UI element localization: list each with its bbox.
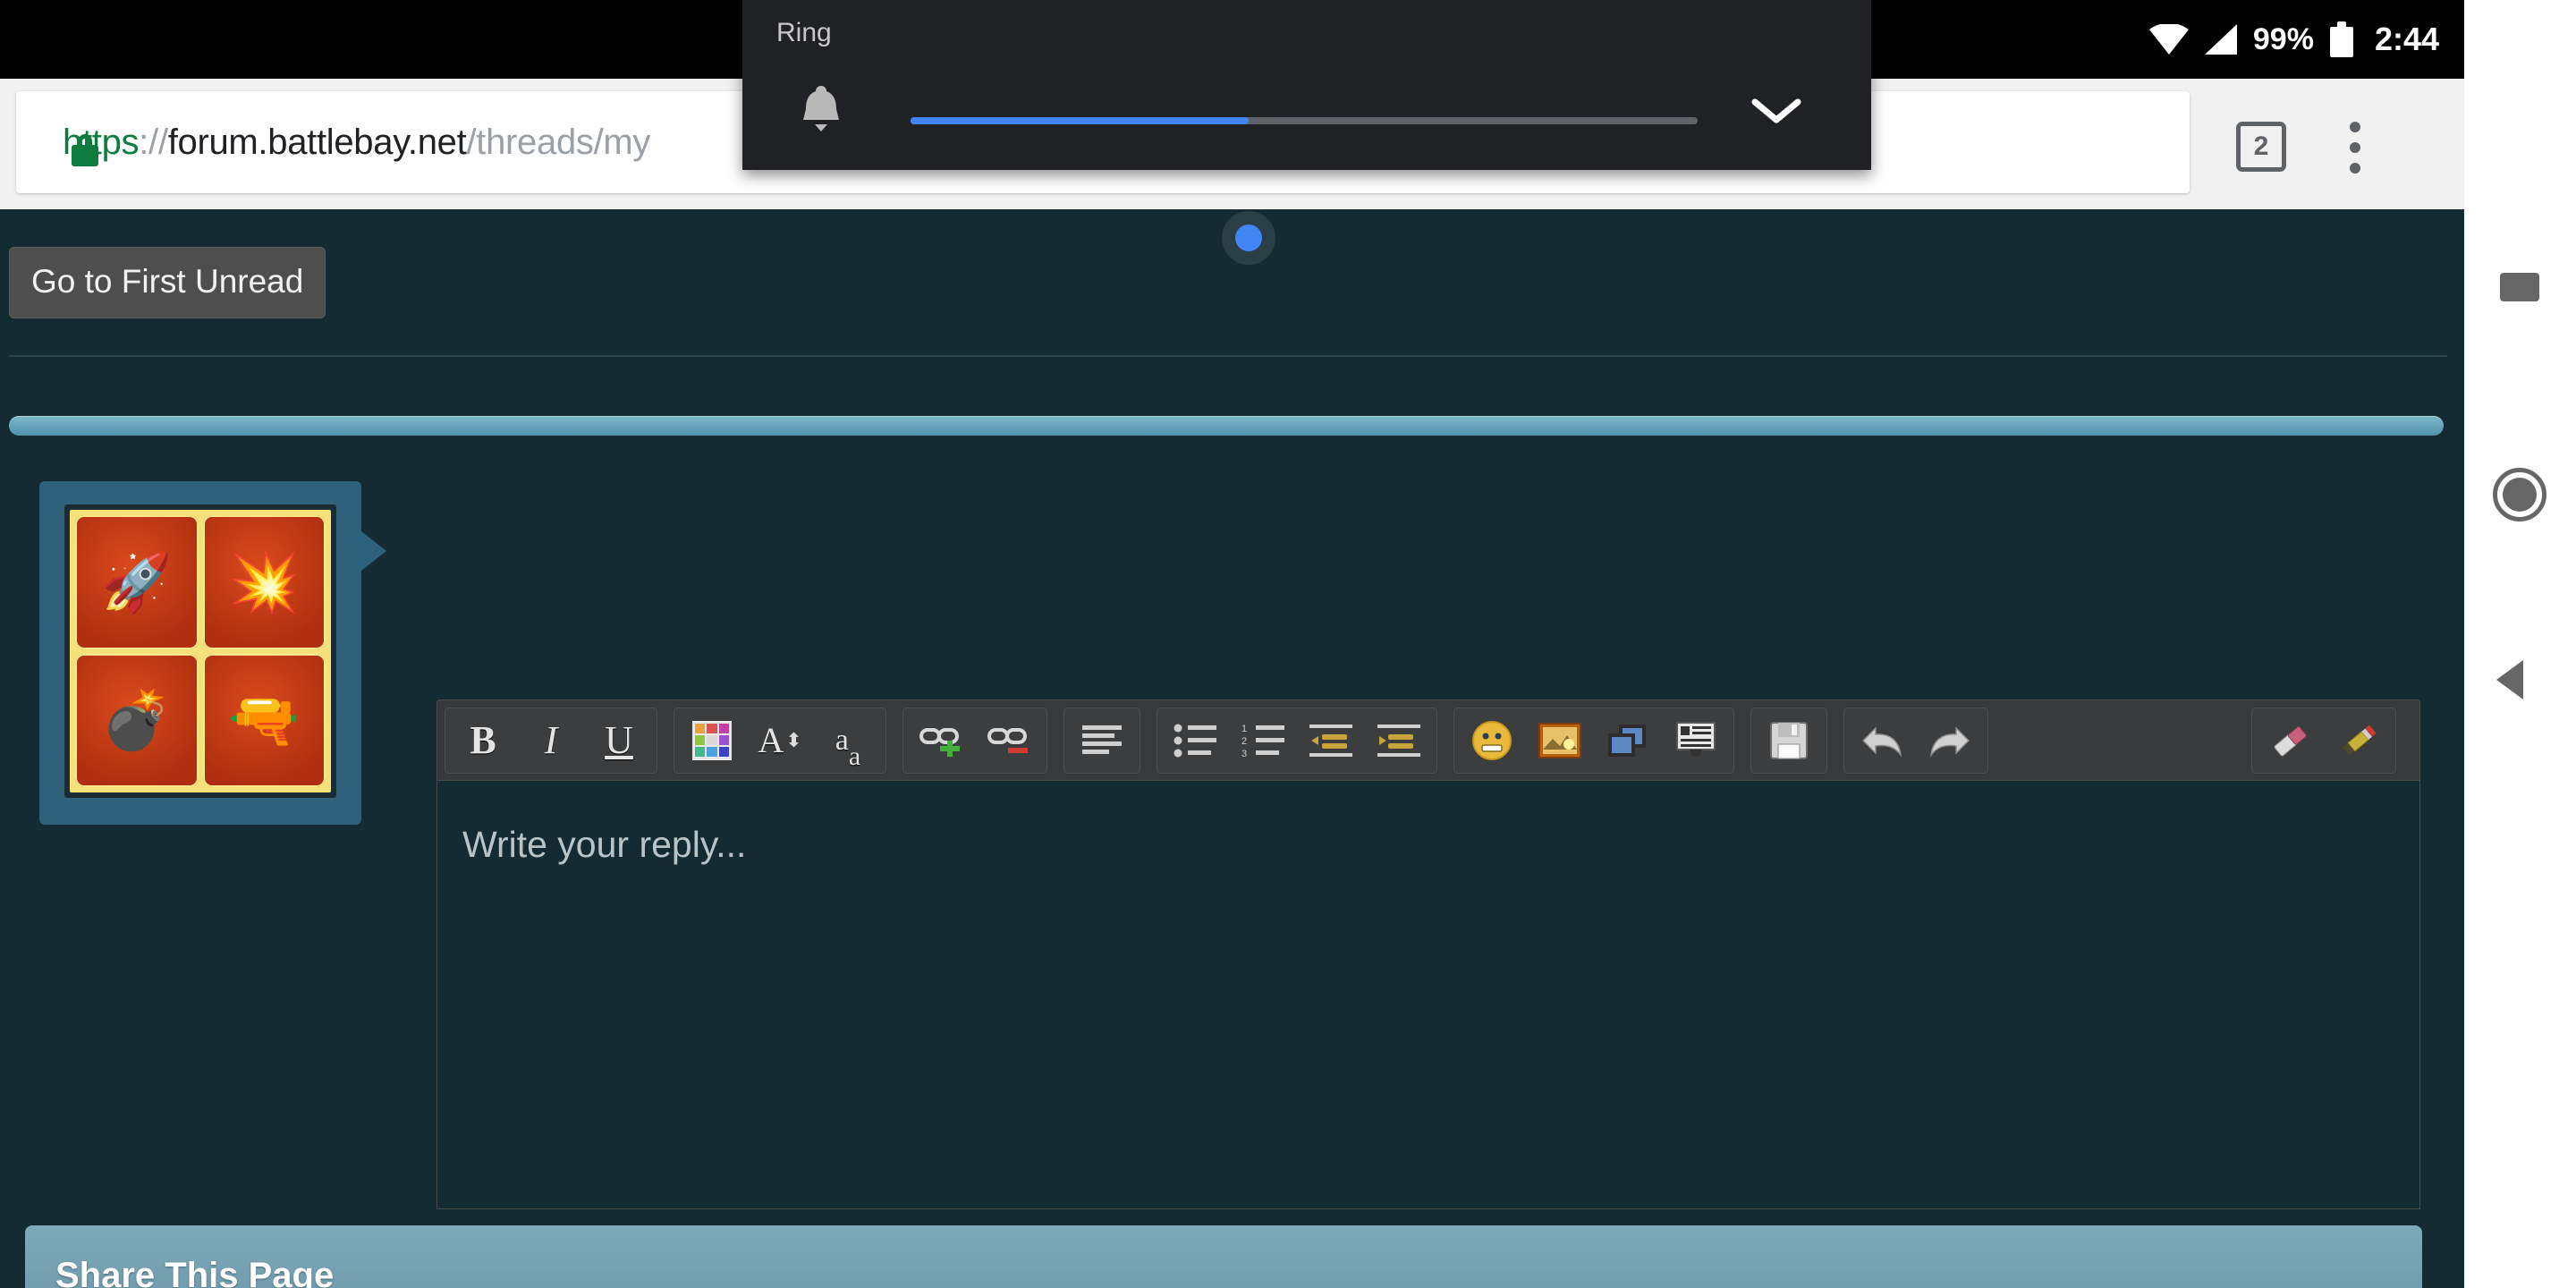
toolbar-group-font: A ⬍ aa: [674, 707, 886, 774]
indent-icon[interactable]: [1365, 709, 1433, 772]
insert-spoiler-icon[interactable]: [1662, 709, 1730, 772]
volume-panel: Ring: [742, 0, 1871, 265]
home-circle-icon[interactable]: [2493, 468, 2546, 521]
avatar-speech-tail: [361, 531, 386, 571]
url-host: forum.battlebay.net: [167, 122, 467, 162]
svg-text:2: 2: [1241, 736, 1247, 747]
volume-slider-thumb[interactable]: [1235, 225, 1262, 251]
save-draft-icon[interactable]: [1755, 709, 1823, 772]
go-to-first-unread-button[interactable]: Go to First Unread: [9, 247, 326, 318]
tab-counter-button[interactable]: 2: [2236, 122, 2286, 172]
avatar[interactable]: 🚀 💥 💣 🔫: [39, 481, 361, 825]
toolbar-group-alignment: [1063, 707, 1140, 774]
recents-square-icon[interactable]: [2500, 273, 2539, 301]
editor-toolbar: B I U A ⬍ aa 1 2 3: [436, 699, 2420, 780]
redo-icon[interactable]: [1916, 709, 1984, 772]
toolbar-group-lists: 1 2 3: [1157, 707, 1437, 774]
avatar-cell-explosion: 💥: [202, 515, 326, 649]
tab-count-label: 2: [2253, 131, 2269, 161]
avatar-cell-cannon: 🔫: [202, 653, 326, 787]
insert-image-icon[interactable]: [1526, 709, 1594, 772]
lock-icon: [72, 134, 98, 166]
italic-icon[interactable]: I: [517, 709, 585, 772]
insert-media-icon[interactable]: [1594, 709, 1662, 772]
underline-icon[interactable]: U: [585, 709, 653, 772]
forum-page: Go to First Unread 🚀 💥 💣 🔫 B I U A ⬍ a a…: [0, 209, 2464, 1288]
svg-text:3: 3: [1241, 749, 1247, 758]
volume-slider[interactable]: [911, 117, 1698, 265]
bulleted-list-icon[interactable]: [1161, 709, 1229, 772]
wifi-icon: [2148, 24, 2189, 55]
screen-root: 99% 2:44 https://forum.battlebay.net/thr…: [0, 0, 2576, 1288]
chevron-down-icon[interactable]: [1751, 97, 1801, 125]
insert-link-icon[interactable]: [907, 709, 975, 772]
volume-stream-label: Ring: [776, 18, 832, 47]
cellular-signal-icon: [2204, 24, 2237, 55]
toolbar-group-links: [902, 707, 1047, 774]
text-align-icon[interactable]: [1068, 709, 1136, 772]
toolbar-group-formatting: B I U: [445, 707, 657, 774]
android-navigation-bar: [2464, 0, 2576, 1288]
share-this-page-section: Share This Page: [25, 1225, 2422, 1288]
bell-icon[interactable]: [798, 82, 844, 134]
reply-editor: B I U A ⬍ aa 1 2 3 Write your reply...: [436, 699, 2420, 1288]
kebab-menu-icon[interactable]: [2350, 122, 2360, 174]
toolbar-group-draft: [1750, 707, 1827, 774]
url-separator: ://: [139, 122, 168, 162]
battery-icon: [2329, 21, 2353, 57]
bold-icon[interactable]: B: [449, 709, 517, 772]
clock-label: 2:44: [2374, 21, 2439, 57]
volume-slider-fill: [911, 117, 1249, 124]
smilie-icon[interactable]: [1458, 709, 1526, 772]
eraser-icon[interactable]: [2256, 709, 2324, 772]
back-triangle-icon[interactable]: [2496, 660, 2523, 699]
svg-text:1: 1: [1241, 724, 1247, 734]
avatar-image: 🚀 💥 💣 🔫: [64, 504, 336, 798]
toolbar-group-history: [1843, 707, 1988, 774]
url-path: /threads/my: [466, 122, 651, 162]
status-bar-icons: 99% 2:44: [2148, 21, 2439, 58]
divider: [9, 355, 2447, 357]
text-color-palette-icon[interactable]: [678, 709, 746, 772]
avatar-grid: 🚀 💥 💣 🔫: [70, 510, 331, 792]
outdent-icon[interactable]: [1297, 709, 1365, 772]
url-text: https://forum.battlebay.net/threads/my: [63, 123, 650, 163]
numbered-list-icon[interactable]: 1 2 3: [1229, 709, 1297, 772]
share-section-title: Share This Page: [55, 1256, 335, 1288]
font-size-icon[interactable]: A ⬍: [746, 709, 814, 772]
reply-textarea[interactable]: Write your reply...: [436, 780, 2420, 1209]
font-family-icon[interactable]: aa: [814, 709, 882, 772]
pencil-icon[interactable]: [2324, 709, 2392, 772]
reply-placeholder: Write your reply...: [462, 824, 747, 865]
avatar-cell-mortar: 💣: [75, 653, 199, 787]
battery-percent-label: 99%: [2252, 21, 2314, 56]
toolbar-group-editor-mode: [2251, 707, 2396, 774]
thread-progress-bar: [9, 416, 2444, 436]
toolbar-group-insert: [1453, 707, 1734, 774]
avatar-cell-rocket: 🚀: [75, 515, 199, 649]
remove-link-icon[interactable]: [975, 709, 1043, 772]
undo-icon[interactable]: [1848, 709, 1916, 772]
